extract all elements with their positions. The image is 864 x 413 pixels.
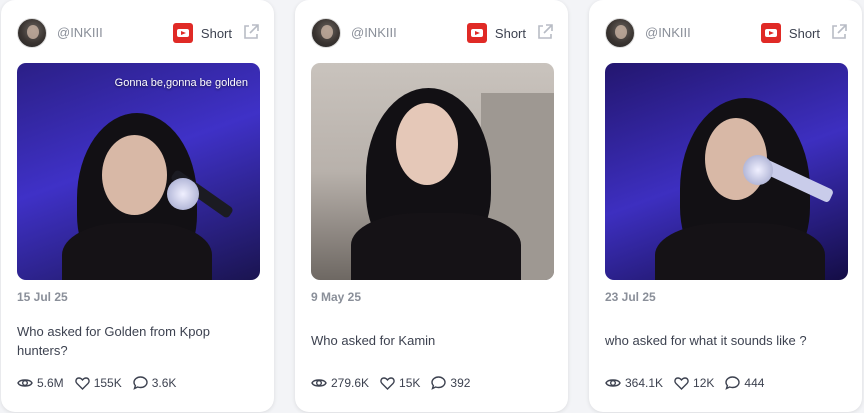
avatar[interactable] — [605, 18, 635, 48]
heart-icon — [74, 376, 90, 390]
external-link-icon[interactable] — [242, 23, 260, 41]
views-stat: 279.6K — [311, 376, 369, 390]
video-card[interactable]: @INKIII Short Gonna be,gonna be golden 1… — [1, 0, 274, 412]
comments-count: 444 — [744, 376, 765, 390]
post-date: 15 Jul 25 — [17, 290, 68, 304]
heart-icon — [674, 376, 689, 390]
video-title[interactable]: Who asked for Kamin — [311, 331, 551, 350]
views-stat: 5.6M — [17, 376, 64, 390]
platform-label: Short — [494, 25, 526, 41]
platform-label: Short — [788, 25, 820, 41]
video-title[interactable]: who asked for what it sounds like ? — [605, 331, 845, 350]
comments-stat: 3.6K — [133, 376, 177, 390]
comment-icon — [725, 376, 741, 390]
likes-stat: 12K — [674, 376, 714, 390]
likes-stat: 15K — [380, 376, 420, 390]
comments-stat: 444 — [725, 376, 764, 390]
post-date: 23 Jul 25 — [605, 290, 656, 304]
likes-stat: 155K — [74, 376, 122, 390]
video-caption: Gonna be,gonna be golden — [114, 77, 248, 89]
card-header: @INKIII Short — [605, 18, 848, 48]
comments-stat: 392 — [431, 376, 470, 390]
comments-count: 392 — [450, 376, 471, 390]
heart-icon — [380, 376, 395, 390]
post-date: 9 May 25 — [311, 290, 362, 304]
card-header: @INKIII Short — [17, 18, 260, 48]
video-thumbnail[interactable] — [311, 63, 554, 280]
views-count: 5.6M — [37, 376, 64, 390]
views-stat: 364.1K — [605, 376, 663, 390]
views-count: 279.6K — [331, 376, 370, 390]
comment-icon — [133, 376, 148, 390]
platform-badge: Short — [760, 22, 820, 44]
views-count: 364.1K — [625, 376, 664, 390]
external-link-icon[interactable] — [536, 23, 554, 41]
likes-count: 12K — [693, 376, 715, 390]
stats-row: 279.6K 15K 392 — [311, 376, 481, 390]
eye-icon — [605, 379, 621, 387]
external-link-icon[interactable] — [830, 23, 848, 41]
avatar[interactable] — [311, 18, 341, 48]
eye-icon — [17, 379, 33, 387]
eye-icon — [311, 379, 327, 387]
username[interactable]: @INKIII — [351, 25, 397, 40]
username[interactable]: @INKIII — [645, 25, 691, 40]
stats-row: 364.1K 12K 444 — [605, 376, 775, 390]
comment-icon — [431, 376, 447, 390]
platform-badge: Short — [466, 22, 526, 44]
stats-row: 5.6M 155K 3.6K — [17, 376, 187, 390]
comments-count: 3.6K — [151, 376, 177, 390]
likes-count: 155K — [93, 376, 122, 390]
youtube-icon — [760, 23, 781, 43]
username[interactable]: @INKIII — [57, 25, 103, 40]
video-card[interactable]: @INKIII Short 23 Jul 25 who asked for wh… — [589, 0, 862, 412]
youtube-icon — [466, 23, 487, 43]
youtube-icon — [172, 23, 193, 43]
card-header: @INKIII Short — [311, 18, 554, 48]
likes-count: 15K — [399, 376, 421, 390]
video-thumbnail[interactable] — [605, 63, 848, 280]
avatar[interactable] — [17, 18, 47, 48]
video-thumbnail[interactable]: Gonna be,gonna be golden — [17, 63, 260, 280]
video-title[interactable]: Who asked for Golden from Kpop hunters? — [17, 322, 257, 360]
video-card[interactable]: @INKIII Short 9 May 25 Who asked for Kam… — [295, 0, 568, 412]
platform-badge: Short — [172, 22, 232, 44]
platform-label: Short — [200, 25, 232, 41]
